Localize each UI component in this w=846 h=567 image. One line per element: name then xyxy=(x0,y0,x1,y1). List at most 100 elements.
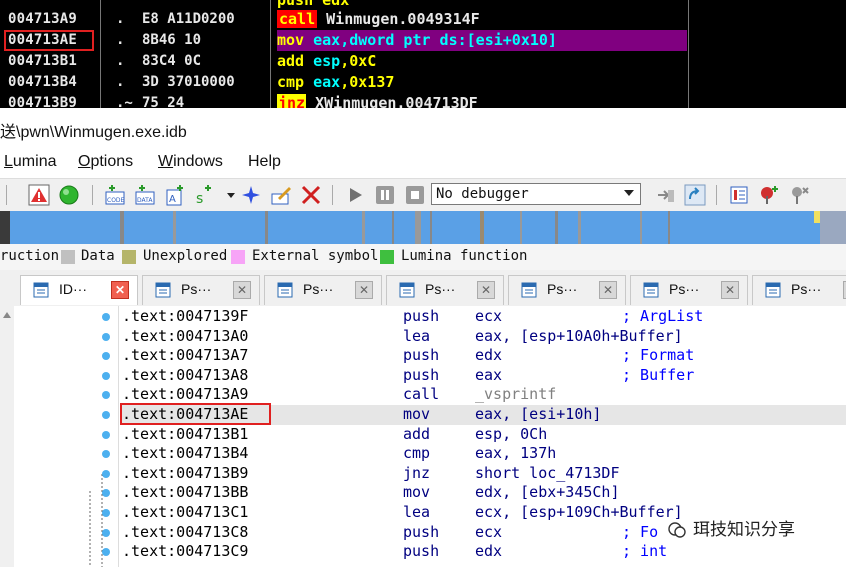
listing-row[interactable]: .text:0047139F push ecx ; ArgList xyxy=(120,307,846,327)
watermark-text: 珥技知识分享 xyxy=(690,515,798,545)
listing-selected-address-box xyxy=(120,403,271,425)
debugger-mnemonic: mov xyxy=(277,31,305,49)
debugger-select[interactable]: No debugger xyxy=(431,183,641,205)
debugger-row[interactable]: 004713AE. 8B46 10 mov eax,dword ptr ds:[es… xyxy=(0,30,846,51)
listing-row[interactable]: .text:004713B1 add esp, 0Ch xyxy=(120,425,846,445)
listing-operands: esp, 0Ch xyxy=(475,424,548,443)
tab-pseudocode[interactable]: Ps··· ✕ xyxy=(142,275,260,305)
tab-label: Ps··· xyxy=(303,281,334,297)
tab-pseudocode[interactable]: Ps··· ✕ xyxy=(508,275,626,305)
breakpoint-dot[interactable] xyxy=(102,469,110,478)
menu-options[interactable]: Options xyxy=(78,153,133,171)
listing-row[interactable]: .text:004713A8 push eax ; Buffer xyxy=(120,366,846,386)
pause-icon[interactable] xyxy=(374,184,396,206)
debugger-row[interactable]: 004713B9 .~ 75 24 jnz XWinmugen.004713DF xyxy=(0,93,846,108)
svg-text:A: A xyxy=(169,194,176,205)
breakpoint-list-icon[interactable] xyxy=(728,184,750,206)
debugger-row[interactable]: 004713A9. E8 A11D0200 call Winmugen.004931… xyxy=(0,9,846,30)
menu-help[interactable]: Help xyxy=(248,153,281,171)
legend-label-external: External symbol xyxy=(252,248,379,264)
debugger-instruction: call Winmugen.0049314F xyxy=(277,9,687,30)
debugger-select-value: No debugger xyxy=(436,186,529,202)
debugger-bytes: 83C4 0C xyxy=(142,53,202,69)
menu-windows[interactable]: Windows xyxy=(158,153,223,171)
add-struct-icon[interactable]: s xyxy=(194,184,216,206)
listing-address: .text:004713A8 xyxy=(122,365,249,384)
listing-row[interactable]: .text:004713A0 lea eax, [esp+10A0h+Buffer] xyxy=(120,327,846,347)
listing-row[interactable]: .text:004713A7 push edx ; Format xyxy=(120,346,846,366)
debugger-row[interactable]: 004713B4. 3D 37010000 cmp eax,0x137 xyxy=(0,72,846,93)
attach-icon[interactable] xyxy=(654,184,676,206)
tab-pseudocode[interactable]: Ps···✕ xyxy=(630,275,748,305)
warning-icon[interactable] xyxy=(28,184,50,206)
left-scroll-gutter[interactable] xyxy=(0,306,15,567)
debugger-operands: ,0x137 xyxy=(340,73,395,91)
breakpoint-dot[interactable] xyxy=(102,528,110,537)
breakpoint-dot[interactable] xyxy=(102,313,110,321)
tab-pseudocode[interactable]: Ps··· ✕ xyxy=(386,275,504,305)
green-circle-icon[interactable] xyxy=(58,184,80,206)
listing-address: .text:004713C8 xyxy=(122,522,249,541)
tab-label: Ps··· xyxy=(181,281,212,297)
svg-text:DATA: DATA xyxy=(137,197,153,204)
debugger-instruction: cmp eax,0x137 xyxy=(277,72,687,93)
listing-row[interactable]: .text:004713B4 cmp eax, 137h xyxy=(120,444,846,464)
rename-icon[interactable] xyxy=(270,184,292,206)
breakpoint-dot[interactable] xyxy=(102,509,110,517)
star-icon[interactable] xyxy=(240,184,262,206)
add-code-icon[interactable]: CODE xyxy=(104,184,126,206)
debugger-register: esp xyxy=(313,52,341,70)
close-icon[interactable]: ✕ xyxy=(355,281,373,299)
add-breakpoint-icon[interactable] xyxy=(758,184,780,206)
tab-label: Ps··· xyxy=(547,281,578,297)
dropdown-arrow-icon[interactable] xyxy=(220,184,242,206)
tab-label: Ps··· xyxy=(425,281,456,297)
add-data-icon[interactable]: DATA xyxy=(134,184,156,206)
wechat-icon xyxy=(668,522,686,538)
tab-ida-view[interactable]: ID··· ✕ xyxy=(20,275,138,305)
menu-lumina[interactable]: Lumina xyxy=(4,153,56,171)
debugger-mnemonic: jnz xyxy=(277,94,307,108)
tools-icon[interactable] xyxy=(788,184,810,206)
debugger-marker: .~ xyxy=(116,95,133,108)
debugger-address: 004713A9 xyxy=(8,11,78,27)
breakpoint-dot[interactable] xyxy=(102,332,110,341)
listing-address: .text:004713C9 xyxy=(122,542,249,561)
listing-mnemonic: mov xyxy=(403,405,431,423)
step-icon[interactable] xyxy=(684,184,706,206)
legend-swatch-external xyxy=(231,250,245,264)
close-icon[interactable]: ✕ xyxy=(111,281,129,299)
listing-address: .text:004713A9 xyxy=(122,385,249,404)
close-icon[interactable]: ✕ xyxy=(599,281,617,299)
scroll-up-icon[interactable] xyxy=(3,312,11,318)
listing-row[interactable]: .text:004713C9 push edx ; int xyxy=(120,542,846,562)
close-icon[interactable]: ✕ xyxy=(477,281,495,299)
breakpoint-dot[interactable] xyxy=(102,411,110,419)
listing-mnemonic: cmp xyxy=(403,444,431,463)
debugger-bytes: 8B46 10 xyxy=(142,32,202,48)
listing-operands: eax, [esi+10h] xyxy=(475,405,602,423)
tab-pseudocode[interactable]: Ps···✕ xyxy=(752,275,846,305)
listing-row[interactable]: .text:004713B9 jnz short loc_4713DF xyxy=(120,464,846,484)
tab-pseudocode[interactable]: Ps··· ✕ xyxy=(264,275,382,305)
listing-operands: edx, [ebx+345Ch] xyxy=(475,483,620,502)
listing-row[interactable]: .text:004713BB mov edx, [ebx+345Ch] xyxy=(120,483,846,503)
delete-icon[interactable] xyxy=(300,184,322,206)
breakpoint-dot[interactable] xyxy=(102,371,110,380)
listing-comment: ; Buffer xyxy=(622,365,695,384)
listing-mnemonic: push xyxy=(403,307,440,325)
navigation-band[interactable] xyxy=(0,211,846,244)
debugger-marker: . xyxy=(116,74,125,90)
listing-comment: ; int xyxy=(622,542,668,561)
listing-operands: eax, [esp+10A0h+Buffer] xyxy=(475,326,683,345)
debugger-operands: ,dword ptr ds:[esi+0x10] xyxy=(340,31,557,49)
close-icon[interactable]: ✕ xyxy=(233,281,251,299)
chevron-down-icon xyxy=(624,190,634,196)
add-ascii-icon[interactable]: A xyxy=(164,184,186,206)
stop-icon[interactable] xyxy=(404,184,426,206)
debugger-row[interactable]: 004713B1. 83C4 0C add esp,0xC xyxy=(0,51,846,72)
play-icon[interactable] xyxy=(344,184,366,206)
breakpoint-dot[interactable] xyxy=(102,430,110,439)
listing-mnemonic: jnz xyxy=(403,463,431,482)
close-icon[interactable]: ✕ xyxy=(721,281,739,299)
